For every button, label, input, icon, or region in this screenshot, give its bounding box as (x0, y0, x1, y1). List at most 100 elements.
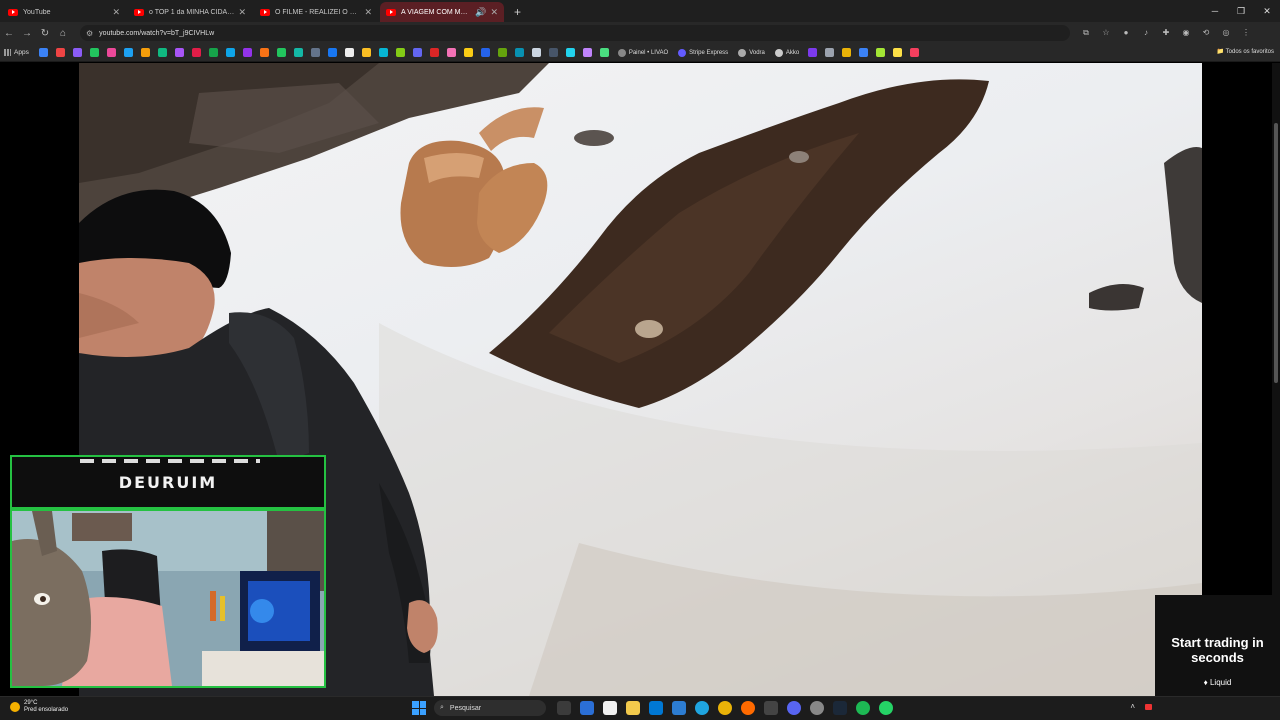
bookmark-icon[interactable] (208, 48, 218, 57)
bookmark-icon[interactable] (276, 48, 286, 57)
bookmark-icon[interactable] (480, 48, 490, 57)
app-icon[interactable] (671, 701, 686, 715)
edge-icon[interactable] (694, 701, 709, 715)
bookmark-icon[interactable] (531, 48, 541, 57)
whatsapp-icon[interactable] (878, 701, 893, 715)
all-favorites[interactable]: 📁 Todos os favoritos (1217, 48, 1274, 55)
speaker-icon[interactable]: 🔊 (475, 7, 486, 18)
history-icon[interactable]: ⟲ (1196, 28, 1216, 38)
bookmark-icon[interactable] (140, 48, 150, 57)
bookmark-icon[interactable] (893, 48, 903, 57)
menu-icon[interactable]: ⋮ (1236, 28, 1256, 38)
bookmark-painel[interactable]: Painel • LIVAO (617, 48, 668, 57)
back-button[interactable]: ← (0, 28, 18, 39)
outlook-icon[interactable] (648, 701, 663, 715)
system-tray: ˄ (1130, 702, 1152, 711)
bookmark-icon[interactable] (429, 48, 439, 57)
bookmark-icon[interactable] (174, 48, 184, 57)
minimize-button[interactable]: ─ (1202, 0, 1228, 22)
bookmark-icon[interactable] (910, 48, 920, 57)
bookmark-icon[interactable] (38, 48, 48, 57)
bookmark-icon[interactable] (327, 48, 337, 57)
recording-icon[interactable] (1145, 703, 1152, 710)
bookmark-icon[interactable] (842, 48, 852, 57)
task-view-icon[interactable] (556, 701, 571, 715)
avatar[interactable]: ◎ (1216, 28, 1236, 38)
bookmark-icon[interactable] (259, 48, 269, 57)
bookmark-icon[interactable] (825, 48, 835, 57)
discord-icon[interactable] (786, 701, 801, 715)
bookmark-icon[interactable] (378, 48, 388, 57)
bookmark-icon[interactable] (106, 48, 116, 57)
bookmark-icon[interactable] (225, 48, 235, 57)
close-icon[interactable]: ✕ (364, 7, 372, 18)
tab-viagem[interactable]: A VIAGEM COM MEUS CA 🔊 ✕ (380, 2, 504, 22)
stream-overlay: DEURUIM (10, 455, 326, 688)
app-icon[interactable] (809, 701, 824, 715)
bookmark-star-icon[interactable]: ☆ (1096, 28, 1116, 38)
chevron-up-icon[interactable]: ˄ (1130, 702, 1135, 711)
apps-bookmark[interactable]: Apps (4, 49, 29, 56)
bookmark-icon[interactable] (310, 48, 320, 57)
spotify-icon[interactable] (855, 701, 870, 715)
taskbar-search[interactable]: ⌕ Pesquisar (434, 700, 546, 716)
bookmark-akko[interactable]: Akko (774, 48, 799, 57)
store-icon[interactable] (602, 701, 617, 715)
bookmark-icon[interactable] (599, 48, 609, 57)
bookmark-icon[interactable] (514, 48, 524, 57)
bookmark-stripe[interactable]: Stripe Express (678, 48, 728, 57)
bookmark-icon[interactable] (55, 48, 65, 57)
close-window-button[interactable]: ✕ (1254, 0, 1280, 22)
bookmark-icon[interactable] (876, 48, 886, 57)
bookmark-icon[interactable] (191, 48, 201, 57)
scrollbar-thumb[interactable] (1274, 123, 1278, 383)
bookmark-icon[interactable] (72, 48, 82, 57)
bookmark-icon[interactable] (344, 48, 354, 57)
bookmark-icon[interactable] (361, 48, 371, 57)
bookmark-icon[interactable] (548, 48, 558, 57)
bookmark-icon[interactable] (463, 48, 473, 57)
bookmark-icon[interactable] (808, 48, 818, 57)
maximize-button[interactable]: ❐ (1228, 0, 1254, 22)
reload-button[interactable]: ↻ (36, 28, 54, 39)
new-tab-button[interactable]: + (514, 2, 521, 22)
bookmark-icon[interactable] (123, 48, 133, 57)
tab-youtube[interactable]: YouTube ✕ (2, 2, 126, 22)
bookmark-icon[interactable] (89, 48, 99, 57)
profile-icon[interactable]: ◉ (1176, 28, 1196, 38)
media-icon[interactable]: ♪ (1136, 28, 1156, 38)
bookmark-icon[interactable] (293, 48, 303, 57)
address-bar[interactable]: ⚙ youtube.com/watch?v=bT_j9CIVHLw (80, 25, 1070, 41)
bookmark-icon[interactable] (446, 48, 456, 57)
tab-filme[interactable]: O FILME - REALIZEI O SONHO ✕ (254, 2, 378, 22)
tab-top1[interactable]: o TOP 1 da MINHA CIDADE? p ✕ (128, 2, 252, 22)
close-icon[interactable]: ✕ (238, 7, 246, 18)
chrome-icon[interactable] (717, 701, 732, 715)
apps-grid-icon (4, 49, 11, 56)
windows-start-icon[interactable] (412, 701, 426, 715)
close-icon[interactable]: ✕ (112, 7, 120, 18)
bookmark-icon[interactable] (412, 48, 422, 57)
home-button[interactable]: ⌂ (54, 28, 72, 39)
bookmark-icon[interactable] (565, 48, 575, 57)
file-explorer-icon[interactable] (625, 701, 640, 715)
bookmark-vodra[interactable]: Vodra (738, 48, 765, 57)
streamer-name-plate: DEURUIM (10, 455, 326, 509)
firefox-icon[interactable] (740, 701, 755, 715)
app-icon[interactable] (763, 701, 778, 715)
copilot-icon[interactable] (579, 701, 594, 715)
puzzle-icon[interactable]: ✚ (1156, 28, 1176, 38)
extension-icon[interactable]: ● (1116, 28, 1136, 38)
steam-icon[interactable] (832, 701, 847, 715)
bookmark-icon[interactable] (497, 48, 507, 57)
bookmark-icon[interactable] (395, 48, 405, 57)
install-icon[interactable]: ⧉ (1076, 28, 1096, 38)
bookmark-icon[interactable] (242, 48, 252, 57)
bookmark-icon[interactable] (859, 48, 869, 57)
close-icon[interactable]: ✕ (490, 7, 498, 18)
weather-widget[interactable]: 29°C Pred ensolarado (10, 700, 68, 714)
forward-button[interactable]: → (18, 28, 36, 39)
bookmark-icon[interactable] (157, 48, 167, 57)
site-info-icon[interactable]: ⚙ (86, 29, 93, 38)
bookmark-icon[interactable] (582, 48, 592, 57)
